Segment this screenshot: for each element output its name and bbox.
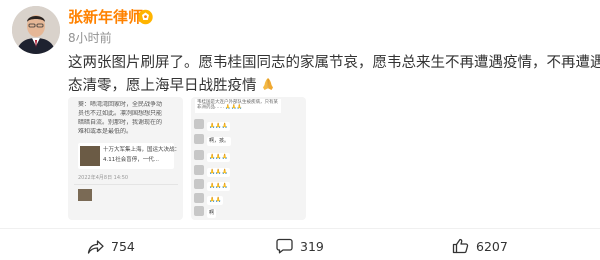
post-image-2[interactable]: 韦桂国是大连户外部队生被疾病，只有某非洲药品…… 🙏🙏🙏 ​ 🙏🙏🙏 啊，孩。 … bbox=[191, 97, 306, 220]
image-2-chat-message: 🙏🙏🙏 bbox=[207, 182, 230, 191]
image-1-card-title: 十万大军集上海，国运大决战： bbox=[103, 147, 181, 153]
image-2-chat-avatar bbox=[194, 150, 204, 160]
image-2-chat-message: 啊 bbox=[207, 209, 217, 218]
post-image-1[interactable]: 葵：啼湾湾回家时，全民战争动 员也不过如此。凛冽国想想只能 暗暗自流。别那时，我… bbox=[68, 97, 183, 220]
image-2-chat-avatar bbox=[194, 119, 204, 129]
image-2-chat-avatar bbox=[194, 193, 204, 203]
post-timestamp[interactable]: 8小时前 bbox=[68, 30, 112, 46]
action-bar-divider bbox=[0, 228, 600, 229]
share-icon bbox=[87, 239, 104, 254]
image-2-chat-message: 🙏🙏 bbox=[207, 196, 224, 205]
like-count: 6207 bbox=[476, 238, 508, 254]
avatar[interactable] bbox=[12, 6, 60, 54]
image-1-card-subtitle: 4.11社会盲停，一代... bbox=[103, 157, 159, 163]
comment-button[interactable]: 319 bbox=[276, 236, 324, 256]
image-2-chat-avatar bbox=[194, 134, 204, 144]
image-1-text-line: 葵：啼湾湾回家时，全民战争动 bbox=[78, 101, 163, 108]
thumbs-up-icon bbox=[452, 238, 469, 254]
post-text-line-1: 这两张图片刷屏了。愿韦桂国同志的家属节哀，愿韦总来生不再遭遇疫情，不再遭遇动 bbox=[68, 55, 600, 71]
image-2-top-message: 韦桂国是大连户外部队生被疾病，只有某非洲药品…… 🙏🙏🙏 bbox=[195, 99, 281, 113]
post-text: 这两张图片刷屏了。愿韦桂国同志的家属节哀，愿韦总来生不再遭遇疫情，不再遭遇动 态… bbox=[68, 52, 600, 98]
comment-icon bbox=[276, 238, 293, 254]
image-1-date: 2022年4月8日 14:50 bbox=[78, 175, 129, 181]
image-1-avatar bbox=[78, 189, 92, 201]
like-button[interactable]: 6207 bbox=[452, 236, 508, 256]
author-name[interactable]: 张新年律师 bbox=[68, 7, 143, 27]
image-1-link-card: 十万大军集上海，国运大决战： 4.11社会盲停，一代... bbox=[78, 143, 180, 169]
image-2-chat-avatar bbox=[194, 179, 204, 189]
share-count: 754 bbox=[111, 238, 135, 254]
image-2-chat-message: 🙏🙏🙏 bbox=[207, 168, 230, 177]
image-1-card-thumbnail bbox=[80, 146, 100, 166]
image-2-chat-avatar bbox=[194, 165, 204, 175]
image-1-separator bbox=[74, 184, 178, 185]
folded-hands-emoji-icon bbox=[262, 78, 273, 90]
image-1-text-line: 暗暗自流。别那时，我谢现在的 bbox=[78, 119, 163, 126]
image-2-chat-message: 🙏🙏🙏 bbox=[207, 153, 230, 162]
image-2-chat-avatar bbox=[194, 206, 204, 216]
avatar-portrait-image bbox=[12, 6, 60, 54]
image-1-text-line: 难和或本是最低的。 bbox=[78, 128, 133, 135]
post-text-line-2: 态清零，愿上海早日战胜疫情 bbox=[68, 78, 257, 94]
image-2-chat-message: 🙏🙏🙏 bbox=[207, 122, 230, 131]
share-button[interactable]: 754 bbox=[87, 236, 135, 256]
image-2-chat-message: 啊，孩。 bbox=[207, 137, 232, 146]
weibo-post: 张新年律师 8小时前 这两张图片刷屏了。愿韦桂国同志的家属节哀，愿韦总来生不再遭… bbox=[0, 0, 600, 260]
verified-badge-icon bbox=[138, 9, 153, 25]
image-1-text-line: 员也不过如此。凛冽国想想只能 bbox=[78, 110, 163, 117]
comment-count: 319 bbox=[300, 238, 324, 254]
